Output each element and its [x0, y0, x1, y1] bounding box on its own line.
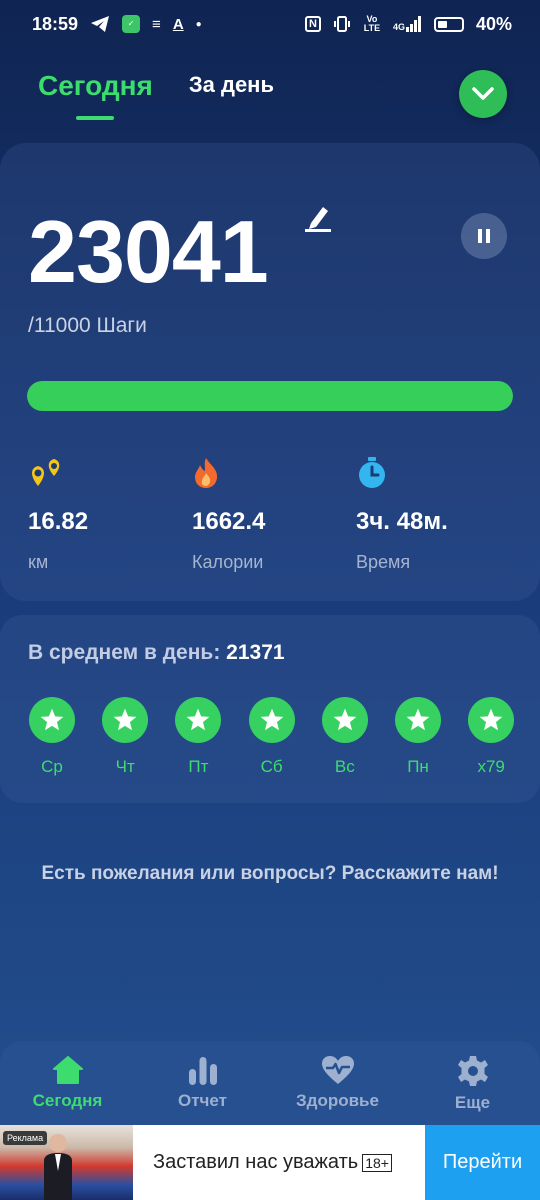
stat-time: 3ч. 48м. Время	[356, 456, 448, 573]
bottom-nav: Сегодня Отчет Здоровье Еще	[0, 1041, 540, 1125]
day-star-item: Вс	[315, 697, 375, 777]
app-icon: ✓	[122, 15, 141, 33]
nav-report-label: Отчет	[178, 1091, 227, 1110]
dot-icon: ●	[195, 18, 202, 30]
star-icon	[395, 697, 441, 743]
star-icon	[102, 697, 149, 743]
flame-icon	[192, 456, 265, 490]
nav-today-label: Сегодня	[32, 1091, 103, 1110]
calories-value: 1662.4	[192, 508, 266, 535]
nav-today[interactable]: Сегодня	[0, 1041, 135, 1125]
day-label: Пт	[188, 757, 209, 776]
calories-label: Калории	[192, 552, 264, 572]
distance-value: 16.82	[28, 508, 89, 535]
pause-icon	[478, 229, 490, 243]
vibrate-icon	[333, 16, 350, 32]
day-label: Сб	[260, 757, 283, 776]
day-star-item: Ср	[22, 697, 82, 777]
ad-go-button[interactable]: Перейти	[425, 1125, 540, 1200]
nfc-icon: N	[305, 16, 321, 32]
bar-chart-icon	[188, 1057, 217, 1085]
tab-per-day-label[interactable]: За день	[189, 72, 274, 97]
day-star-item: x79	[461, 697, 521, 777]
text-icon: A	[172, 15, 184, 33]
status-left: 18:59 ✓ ≡ A ●	[32, 14, 202, 35]
day-star-item: Чт	[95, 697, 155, 777]
stat-distance: 16.82 км	[28, 456, 88, 573]
day-label: x79	[477, 757, 505, 776]
status-time: 18:59	[32, 13, 79, 34]
average-title: В среднем в день: 21371	[28, 641, 285, 665]
feedback-link[interactable]: Есть пожелания или вопросы? Расскажите н…	[40, 861, 500, 888]
time-value: 3ч. 48м.	[356, 508, 448, 535]
ad-image[interactable]: Реклама	[0, 1125, 133, 1200]
day-label: Пн	[407, 757, 429, 776]
heart-pulse-icon	[321, 1056, 354, 1084]
day-label: Ср	[41, 757, 63, 776]
status-right: N Vo LTE 4G 40%	[305, 14, 512, 35]
star-icon	[248, 697, 295, 743]
step-count: 23041	[28, 202, 269, 301]
day-label: Чт	[115, 757, 135, 776]
volte-icon: Vo LTE	[363, 14, 381, 33]
stat-calories: 1662.4 Калории	[192, 456, 265, 573]
nav-health-label: Здоровье	[296, 1091, 379, 1110]
top-tabs: Сегодня За день	[38, 70, 274, 102]
day-label: Вс	[334, 757, 355, 776]
notes-icon: ≡	[152, 15, 161, 33]
star-icon	[468, 697, 515, 743]
star-icon	[29, 697, 75, 743]
day-star-item: Пн	[388, 697, 448, 777]
pause-button[interactable]	[461, 213, 507, 259]
nav-report[interactable]: Отчет	[135, 1041, 270, 1125]
gear-icon	[457, 1056, 488, 1086]
signal-4g-icon: 4G	[393, 16, 422, 32]
star-icon	[175, 697, 222, 743]
nav-health[interactable]: Здоровье	[270, 1041, 405, 1125]
star-icon	[321, 697, 368, 743]
chevron-down-icon	[472, 87, 494, 100]
battery-level: 40%	[475, 13, 512, 34]
ad-badge: Реклама	[3, 1131, 48, 1145]
home-icon	[52, 1056, 83, 1084]
average-value: 21371	[226, 641, 285, 664]
tab-today[interactable]: Сегодня	[38, 70, 153, 102]
step-goal: /11000 Шаги	[28, 314, 147, 337]
active-tab-indicator	[76, 116, 114, 120]
ad-text[interactable]: Заставил нас уважать 18+	[133, 1125, 425, 1200]
nav-more[interactable]: Еще	[405, 1041, 540, 1125]
progress-bar	[27, 381, 513, 411]
age-rating-badge: 18+	[362, 1153, 392, 1172]
distance-label: км	[28, 552, 49, 572]
average-label: В среднем в день:	[28, 641, 227, 664]
edit-icon[interactable]	[303, 203, 331, 238]
tab-per-day[interactable]: За день	[189, 70, 274, 98]
ad-banner[interactable]: Реклама Заставил нас уважать 18+ Перейти	[0, 1125, 540, 1200]
dropdown-button[interactable]	[459, 70, 507, 118]
tab-today-label[interactable]: Сегодня	[38, 70, 153, 101]
day-star-item: Пт	[168, 697, 228, 777]
progress-fill	[27, 381, 513, 411]
telegram-icon	[91, 16, 110, 32]
nav-more-label: Еще	[454, 1093, 491, 1112]
stopwatch-icon	[356, 456, 448, 490]
battery-icon	[433, 16, 464, 32]
status-bar: 18:59 ✓ ≡ A ● N Vo LTE 4G 40%	[0, 0, 540, 48]
ad-headline: Заставил нас уважать	[153, 1151, 359, 1173]
route-pin-icon	[28, 456, 88, 490]
day-star-item: Сб	[242, 697, 302, 777]
time-label: Время	[356, 552, 411, 572]
